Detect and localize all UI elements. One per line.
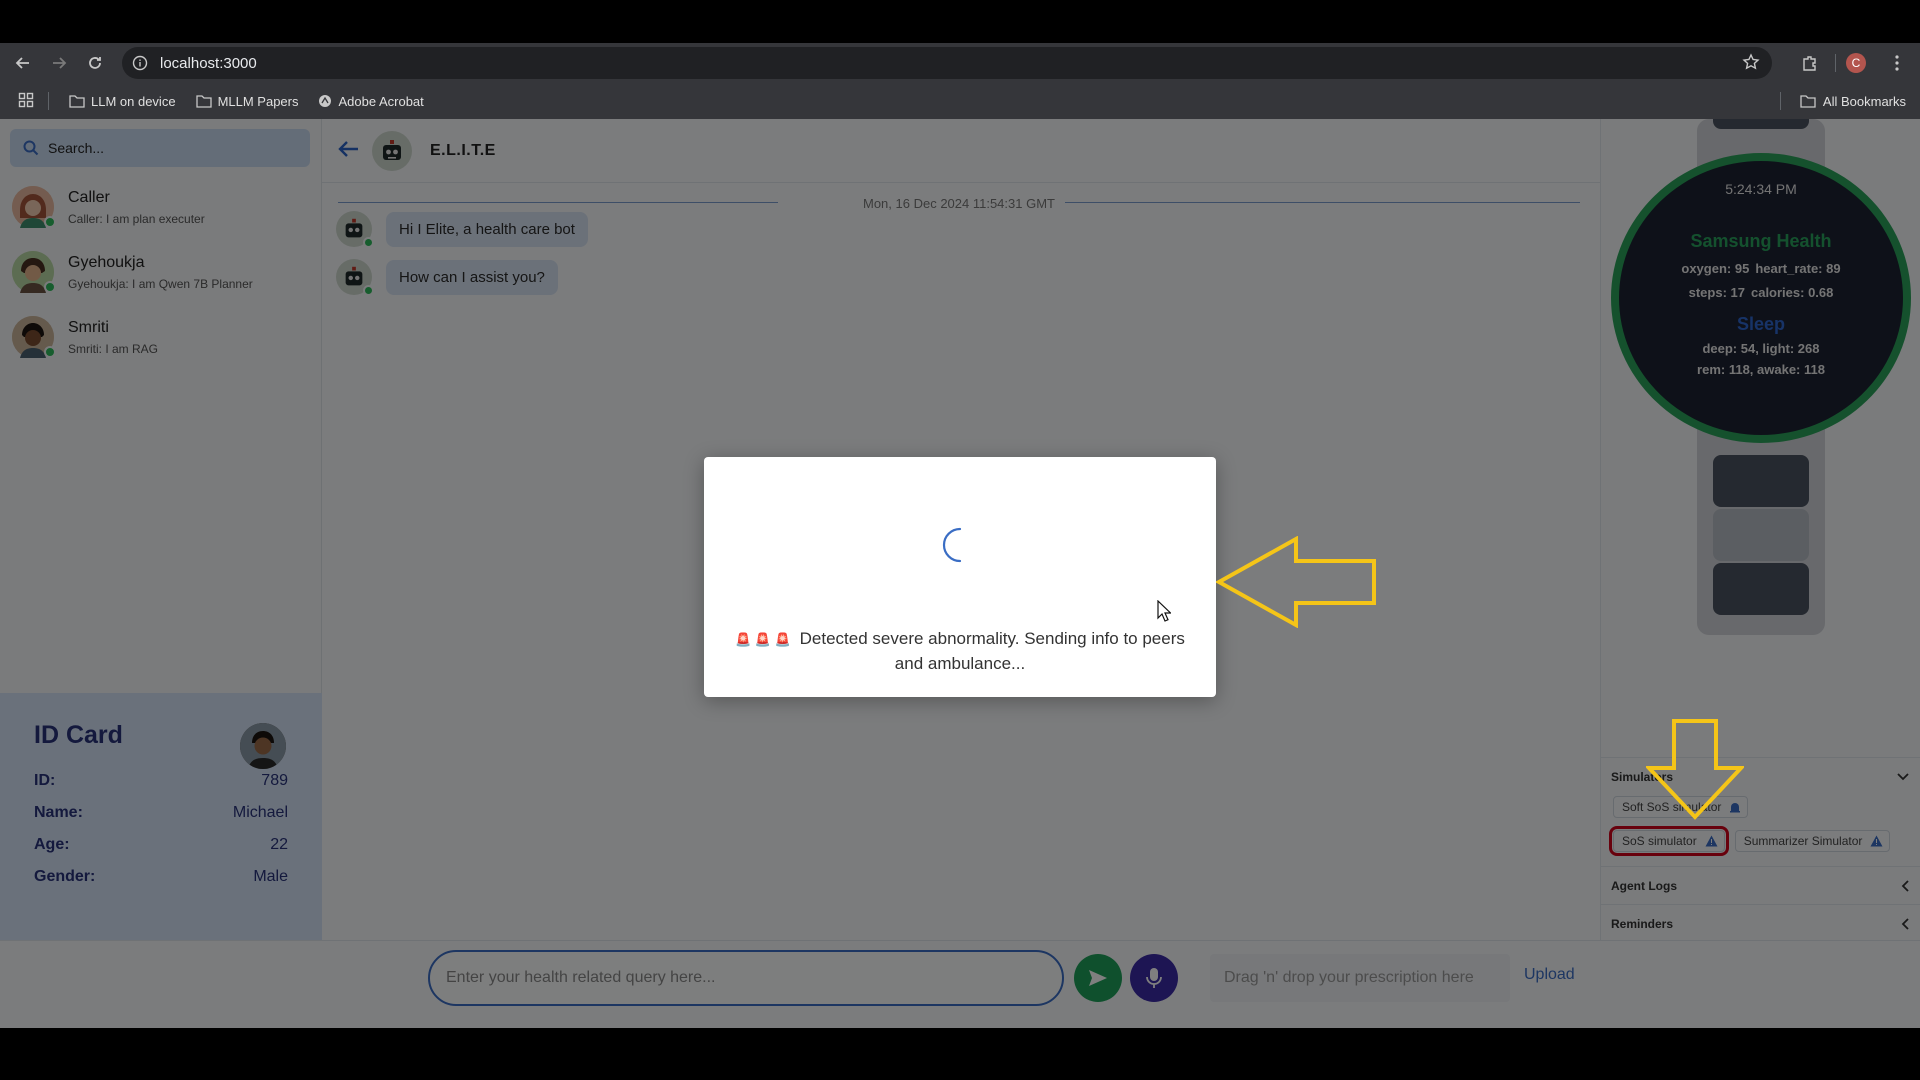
bookmark-mllm-papers[interactable]: MLLM Papers — [195, 94, 298, 109]
folder-icon — [195, 95, 212, 108]
sos-message: 🚨 🚨 🚨 Detected severe abnormality. Sendi… — [735, 629, 1185, 673]
reload-icon[interactable] — [78, 46, 112, 80]
folder-icon — [1800, 95, 1816, 108]
annotation-arrow-left-icon — [1216, 536, 1376, 628]
mouse-cursor-icon — [1157, 600, 1171, 622]
back-arrow-icon[interactable] — [6, 46, 40, 80]
all-bookmarks[interactable]: All Bookmarks — [1779, 83, 1906, 119]
more-menu-icon[interactable] — [1880, 46, 1914, 80]
folder-icon — [69, 95, 85, 108]
profile-avatar[interactable]: C — [1846, 53, 1866, 73]
site-info-icon[interactable] — [130, 53, 150, 73]
globe-icon — [319, 95, 332, 107]
bookmark-llm-on-device[interactable]: LLM on device — [69, 94, 176, 109]
siren-icon: 🚨 🚨 🚨 — [735, 632, 791, 647]
browser-toolbar: localhost:3000 C — [0, 43, 1920, 83]
loading-spinner-icon — [940, 525, 980, 565]
url-text: localhost:3000 — [160, 54, 257, 72]
apps-grid-icon[interactable] — [18, 92, 34, 111]
sos-modal: 🚨 🚨 🚨 Detected severe abnormality. Sendi… — [704, 457, 1216, 697]
bookmark-adobe-acrobat[interactable]: Adobe Acrobat — [318, 94, 424, 109]
forward-arrow-icon[interactable] — [42, 46, 76, 80]
letterbox — [0, 1028, 1920, 1080]
annotation-arrow-down-icon — [1646, 719, 1744, 820]
screen: localhost:3000 C LLM on device MLLM Pape… — [0, 0, 1920, 1080]
address-bar[interactable]: localhost:3000 — [122, 47, 1772, 79]
bookmark-star-icon[interactable] — [1742, 53, 1760, 76]
bookmarks-bar: LLM on device MLLM Papers Adobe Acrobat … — [0, 83, 1920, 119]
extensions-icon[interactable] — [1793, 46, 1827, 80]
